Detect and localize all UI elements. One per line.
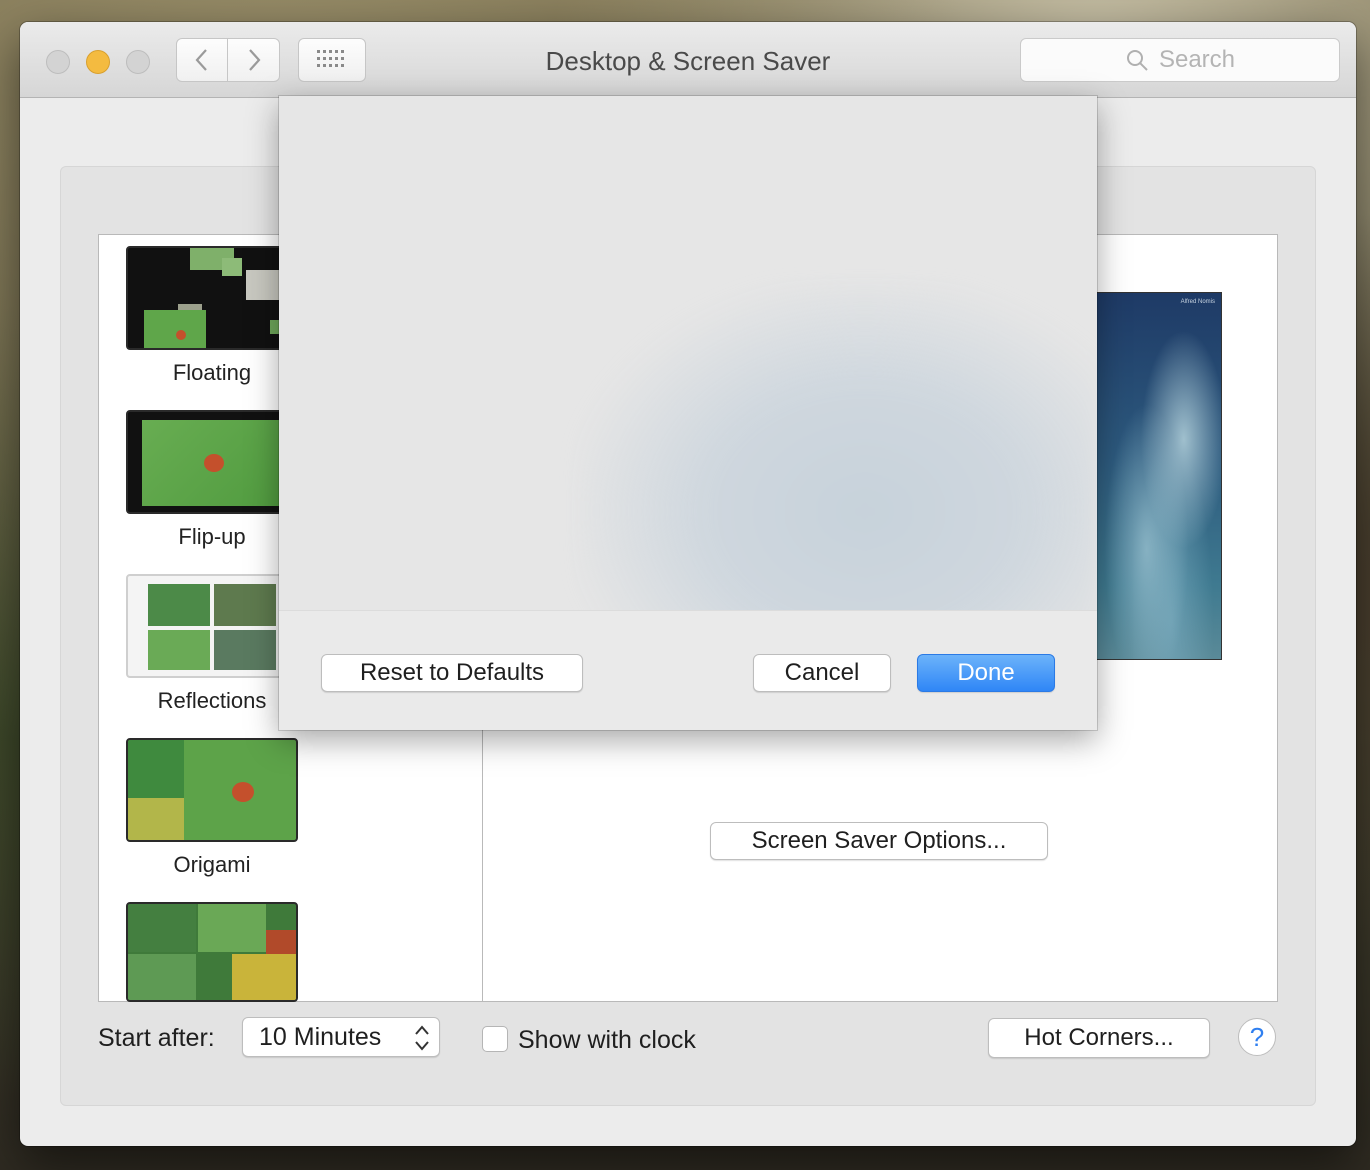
system-preferences-window: Desktop & Screen Saver Search Floating F… [20,22,1356,1146]
screen-saver-preview-image: Alfred Nomis [1096,292,1222,660]
forward-button[interactable] [228,38,280,82]
search-icon [1126,50,1148,71]
chevron-right-icon [248,49,260,71]
screen-saver-options-sheet: Reset to Defaults Cancel Done [279,96,1097,730]
screen-saver-thumb-reflections[interactable] [126,574,298,678]
screen-saver-thumb-flip-up[interactable] [126,410,298,514]
start-after-label: Start after: [98,1024,215,1052]
start-after-value: 10 Minutes [259,1022,382,1051]
done-button[interactable]: Done [917,654,1055,692]
cancel-button[interactable]: Cancel [753,654,891,692]
show-all-button[interactable] [298,38,366,82]
preview-credit: Alfred Nomis [1180,299,1215,305]
show-with-clock-label: Show with clock [518,1026,696,1054]
search-field[interactable]: Search [1020,38,1340,82]
reset-to-defaults-button[interactable]: Reset to Defaults [321,654,583,692]
close-window-button[interactable] [46,50,70,74]
screen-saver-label-origami: Origami [173,852,251,877]
grid-icon [317,50,344,67]
screen-saver-thumb-origami[interactable] [126,738,298,842]
minimize-window-button[interactable] [86,50,110,74]
help-button[interactable]: ? [1238,1018,1276,1056]
search-placeholder: Search [1158,46,1236,73]
hot-corners-button[interactable]: Hot Corners... [988,1018,1210,1058]
show-with-clock-checkbox[interactable] [482,1026,508,1052]
back-button[interactable] [176,38,228,82]
chevron-left-icon [195,49,207,71]
title-bar: Desktop & Screen Saver Search [20,22,1356,98]
zoom-window-button[interactable] [126,50,150,74]
start-after-popup[interactable]: 10 Minutes [242,1017,440,1057]
up-down-arrows-icon [415,1025,429,1051]
screen-saver-options-button[interactable]: Screen Saver Options... [710,822,1048,860]
help-icon: ? [1249,1021,1265,1052]
screen-saver-thumb-floating[interactable] [126,246,298,350]
screen-saver-thumb-mosaic[interactable] [126,902,298,1002]
